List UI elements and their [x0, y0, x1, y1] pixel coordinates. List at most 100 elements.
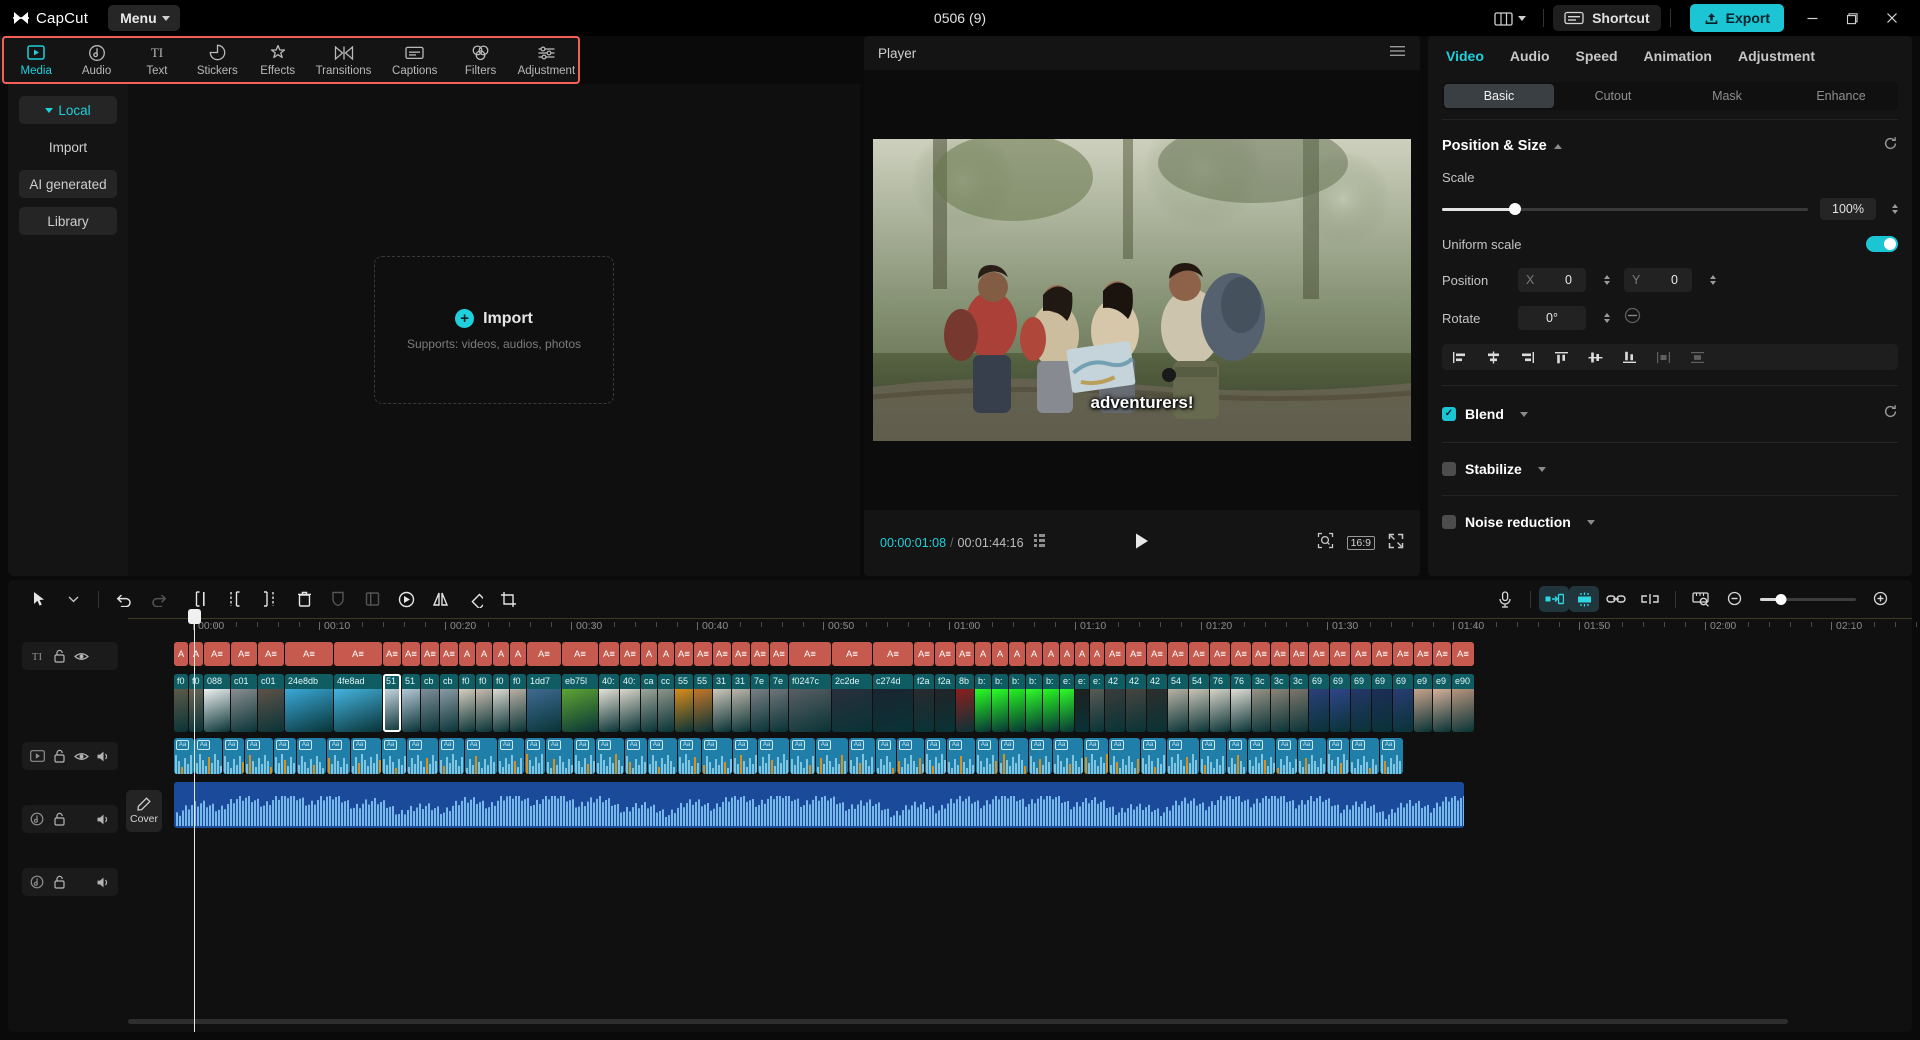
subtitle-clip[interactable]: Aa [1200, 738, 1226, 774]
magnifier-icon[interactable] [1317, 532, 1334, 554]
video-clip[interactable]: cc [658, 674, 674, 732]
text-clip[interactable]: A≡ [1210, 642, 1230, 666]
slider-knob[interactable] [1509, 203, 1521, 215]
lock-icon[interactable] [50, 747, 68, 765]
video-clip[interactable]: c274d [873, 674, 913, 732]
eye-icon[interactable] [72, 647, 90, 665]
video-clip[interactable]: 76 [1231, 674, 1251, 732]
video-clip[interactable]: f0 [510, 674, 526, 732]
subtitle-clip[interactable]: Aa [297, 738, 326, 774]
align-top-icon[interactable] [1544, 344, 1578, 370]
subtitle-clip[interactable]: Aa [876, 738, 896, 774]
chevron-down-icon[interactable] [1587, 520, 1595, 525]
hamburger-icon[interactable] [1389, 44, 1406, 63]
sidebar-item-library[interactable]: Library [19, 207, 117, 235]
sidebar-item-local[interactable]: Local [19, 96, 117, 124]
video-clip[interactable]: 3c [1290, 674, 1308, 732]
trim-right-icon[interactable] [253, 584, 287, 614]
text-clip[interactable]: A [992, 642, 1008, 666]
subtitle-clip[interactable]: Aa [195, 738, 222, 774]
subtitle-clip[interactable]: Aa [999, 738, 1028, 774]
subtitle-clip[interactable]: Aa [1167, 738, 1199, 774]
subtitle-clip[interactable]: Aa [382, 738, 406, 774]
ruler-zoom-icon[interactable] [1684, 584, 1718, 614]
stabilize-checkbox[interactable] [1442, 462, 1456, 476]
text-clip[interactable]: A≡ [713, 642, 731, 666]
text-clip[interactable]: A≡ [334, 642, 382, 666]
timeline-tracks[interactable]: AAA≡A≡A≡A≡A≡A≡A≡A≡A≡AAAAA≡A≡A≡A≡AAA≡A≡A≡… [174, 642, 1912, 1032]
video-clip[interactable]: b: [992, 674, 1008, 732]
subtitle-clip[interactable]: Aa [1084, 738, 1108, 774]
text-clip[interactable]: A [1009, 642, 1025, 666]
subtitle-clip[interactable]: Aa [790, 738, 815, 774]
video-clip[interactable]: f2a [914, 674, 934, 732]
volume-icon[interactable] [94, 810, 112, 828]
text-clip[interactable]: A≡ [1105, 642, 1125, 666]
subtitle-clip[interactable]: Aa [525, 738, 545, 774]
uniform-scale-toggle[interactable] [1866, 236, 1898, 252]
video-clip[interactable]: b: [1043, 674, 1059, 732]
video-clip[interactable]: 40: [620, 674, 640, 732]
video-clip[interactable]: f0 [459, 674, 475, 732]
tab-adjustment[interactable]: Adjustment [513, 40, 580, 80]
stepper-up-icon[interactable] [1604, 313, 1610, 317]
noise-reduction-checkbox[interactable] [1442, 515, 1456, 529]
tab-stickers[interactable]: Stickers [189, 40, 245, 80]
align-right-icon[interactable] [1510, 344, 1544, 370]
zoom-out-icon[interactable] [1718, 584, 1752, 614]
video-clip[interactable]: b: [975, 674, 991, 732]
text-clip[interactable]: A≡ [440, 642, 458, 666]
video-clip[interactable]: 54 [1168, 674, 1188, 732]
subtitle-clip[interactable]: Aa [947, 738, 975, 774]
stepper-down-icon[interactable] [1710, 281, 1716, 285]
subtitle-clip[interactable]: Aa [1141, 738, 1166, 774]
text-clip[interactable]: A≡ [1271, 642, 1289, 666]
tab-text[interactable]: TI Text [129, 40, 185, 80]
subtab-mask[interactable]: Mask [1672, 84, 1782, 108]
tab-media[interactable]: Media [8, 40, 64, 80]
chevron-down-icon[interactable] [56, 584, 90, 614]
video-clip-row[interactable]: f0f0088c01c0124e8db4fe8ad5151cbcbf0f0f0f… [174, 674, 1474, 732]
menu-button[interactable]: Menu [108, 5, 180, 31]
undo-icon[interactable] [107, 584, 141, 614]
video-clip[interactable]: e: [1060, 674, 1074, 732]
text-clip[interactable]: A [459, 642, 475, 666]
text-clip[interactable]: A [975, 642, 991, 666]
video-clip[interactable]: b: [1026, 674, 1042, 732]
rotate-field[interactable]: 0° [1518, 306, 1586, 330]
subtitle-clip[interactable]: Aa [976, 738, 998, 774]
tab-audio[interactable]: Audio [68, 40, 124, 80]
zoom-in-icon[interactable] [1864, 584, 1898, 614]
video-clip[interactable]: 24e8db [285, 674, 333, 732]
text-clip[interactable]: A≡ [204, 642, 230, 666]
layout-button[interactable] [1486, 5, 1534, 32]
stepper-down-icon[interactable] [1604, 319, 1610, 323]
rotate-dial-icon[interactable] [1624, 307, 1641, 329]
timeline-horizontal-scrollbar[interactable] [128, 1019, 1788, 1024]
text-clip[interactable]: A≡ [732, 642, 750, 666]
stepper-down-icon[interactable] [1892, 210, 1898, 214]
video-clip[interactable]: f0247c [789, 674, 831, 732]
align-left-icon[interactable] [1442, 344, 1476, 370]
video-clip[interactable]: 69 [1393, 674, 1413, 732]
text-clip[interactable]: A≡ [1372, 642, 1392, 666]
eye-icon[interactable] [72, 747, 90, 765]
zoom-slider-knob[interactable] [1776, 594, 1787, 605]
text-clip[interactable]: A [1043, 642, 1059, 666]
audio-clip[interactable] [174, 782, 1464, 828]
video-clip[interactable]: 088 [204, 674, 230, 732]
video-clip[interactable]: 54 [1189, 674, 1209, 732]
microphone-icon[interactable] [1488, 584, 1522, 614]
video-clip[interactable]: ca [641, 674, 657, 732]
cover-button[interactable]: Cover [126, 790, 162, 832]
link-icon[interactable] [1599, 584, 1633, 614]
video-clip[interactable]: 55 [694, 674, 712, 732]
tab-audio-inspector[interactable]: Audio [1510, 48, 1550, 64]
video-clip[interactable]: 51 [383, 674, 401, 732]
subtitle-clip[interactable]: Aa [733, 738, 757, 774]
tab-filters[interactable]: Filters [452, 40, 508, 80]
subtitle-clip[interactable]: Aa [574, 738, 595, 774]
video-clip[interactable]: 69 [1330, 674, 1350, 732]
rotate-stepper[interactable] [1604, 313, 1610, 323]
subtitle-clip[interactable]: Aa [327, 738, 350, 774]
